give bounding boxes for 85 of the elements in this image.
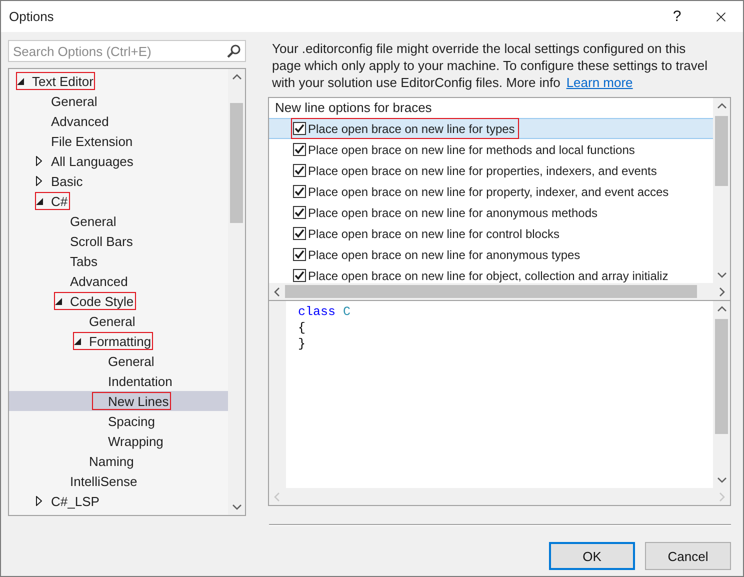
scroll-down-icon[interactable] xyxy=(716,476,726,484)
code-line: class C xyxy=(298,304,352,320)
option-row[interactable]: Place open brace on new line for property, indexer, and event acces xyxy=(269,181,713,202)
checkbox[interactable] xyxy=(293,269,306,282)
highlight-frame: Formatting xyxy=(73,332,154,350)
expanded-arrow-icon[interactable] xyxy=(74,338,81,344)
option-label: Place open brace on new line for object, collection and array initializ xyxy=(308,268,668,282)
help-button[interactable]: ? xyxy=(655,1,699,32)
horizontal-scrollbar[interactable] xyxy=(269,283,730,300)
tree-item[interactable]: Scroll Bars xyxy=(9,231,228,251)
option-label: Place open brace on new line for anonymous methods xyxy=(308,206,598,220)
highlight-frame: C# xyxy=(35,192,70,210)
option-label: Place open brace on new line for anonymous types xyxy=(308,248,580,262)
option-row[interactable]: Place open brace on new line for anonymous types xyxy=(269,244,713,265)
code-line: } xyxy=(298,336,307,352)
tree-item[interactable]: Text Editor xyxy=(9,71,228,91)
option-label: Place open brace on new line for types xyxy=(308,122,515,136)
tree-item[interactable]: Spacing xyxy=(9,411,228,431)
cancel-button[interactable]: Cancel xyxy=(645,542,731,570)
checkbox[interactable] xyxy=(293,206,306,219)
learn-more-link[interactable]: Learn more xyxy=(566,75,633,90)
tree-item[interactable]: Naming xyxy=(9,451,228,471)
tree-item[interactable]: C# xyxy=(9,191,228,211)
tree-item[interactable]: Code Style xyxy=(9,291,228,311)
option-row[interactable]: Place open brace on new line for object, collection and array initializ xyxy=(269,265,713,283)
tree-item[interactable]: Formatting xyxy=(9,331,228,351)
ok-button[interactable]: OK xyxy=(549,542,635,570)
checkbox[interactable] xyxy=(293,122,306,135)
window-title: Options xyxy=(9,9,55,24)
collapsed-arrow-icon[interactable] xyxy=(36,156,42,166)
expanded-arrow-icon[interactable] xyxy=(55,298,62,304)
scroll-up-icon[interactable] xyxy=(232,73,242,81)
tree-item[interactable]: General xyxy=(9,91,228,111)
collapsed-arrow-icon[interactable] xyxy=(36,496,42,506)
highlight-frame: New Lines xyxy=(92,392,171,410)
tree-item[interactable]: General xyxy=(9,211,228,231)
option-row[interactable]: Place open brace on new line for control blocks xyxy=(269,223,713,244)
scroll-up-icon[interactable] xyxy=(716,305,726,313)
code-line: { xyxy=(298,320,307,336)
options-heading: New line options for braces xyxy=(274,99,433,117)
checkbox[interactable] xyxy=(293,227,306,240)
scroll-up-icon[interactable] xyxy=(716,102,726,110)
search-field[interactable]: Search Options (Ctrl+E) xyxy=(8,40,246,62)
collapsed-arrow-icon[interactable] xyxy=(36,176,42,186)
scroll-down-icon[interactable] xyxy=(232,503,242,511)
option-row[interactable]: Place open brace on new line for properties, indexers, and events xyxy=(269,160,713,181)
tree-item[interactable]: Tabs xyxy=(9,251,228,271)
scrollbar[interactable] xyxy=(713,98,730,283)
tree-item[interactable]: Advanced xyxy=(9,271,228,291)
option-label: Place open brace on new line for properties, indexers, and events xyxy=(308,164,657,178)
scrollbar-thumb[interactable] xyxy=(715,116,728,186)
tree-item[interactable]: General xyxy=(9,351,228,371)
checkbox[interactable] xyxy=(293,248,306,261)
option-label: Place open brace on new line for property, indexer, and event acces xyxy=(308,184,669,198)
option-row[interactable]: Place open brace on new line for anonymous methods xyxy=(269,202,713,223)
tree-item[interactable]: All Languages xyxy=(9,151,228,171)
highlight-frame: Code Style xyxy=(54,292,136,310)
search-icon xyxy=(227,44,241,58)
tree-item[interactable]: File Extension xyxy=(9,131,228,151)
checkbox[interactable] xyxy=(293,164,306,177)
expanded-arrow-icon[interactable] xyxy=(36,198,43,204)
option-label: Place open brace on new line for methods and local functions xyxy=(308,142,635,156)
scrollbar-thumb[interactable] xyxy=(715,319,728,434)
scroll-right-icon[interactable] xyxy=(718,286,726,296)
checkbox[interactable] xyxy=(293,143,306,156)
scroll-left-icon[interactable] xyxy=(273,286,281,296)
tree-item[interactable]: Wrapping xyxy=(9,431,228,451)
info-text: Your .editorconfig file might override the local settings configured on this page which only apply to your machine. To configure these settings to travel with your solution use EditorConfig files. More info Learn more xyxy=(272,40,709,92)
tree-item[interactable]: IntelliSense xyxy=(9,471,228,491)
tree-item[interactable]: Basic xyxy=(9,171,228,191)
option-row[interactable]: Place open brace on new line for methods and local functions xyxy=(269,139,713,160)
scrollbar-thumb[interactable] xyxy=(230,103,243,223)
scrollbar-thumb[interactable] xyxy=(285,285,697,298)
tree-item[interactable]: New Lines xyxy=(9,391,228,411)
option-label: Place open brace on new line for control blocks xyxy=(308,226,560,240)
tree-item[interactable]: General xyxy=(9,311,228,331)
tree-item[interactable]: Advanced xyxy=(9,111,228,131)
option-row[interactable]: Place open brace on new line for types xyxy=(269,118,713,139)
checkbox[interactable] xyxy=(293,185,306,198)
scroll-down-icon[interactable] xyxy=(716,271,726,279)
scrollbar[interactable] xyxy=(228,69,245,515)
expanded-arrow-icon[interactable] xyxy=(17,78,24,84)
tree-item[interactable]: C#_LSP xyxy=(9,491,228,511)
highlight-frame: Text Editor xyxy=(16,72,96,90)
tree-item[interactable]: Indentation xyxy=(9,371,228,391)
